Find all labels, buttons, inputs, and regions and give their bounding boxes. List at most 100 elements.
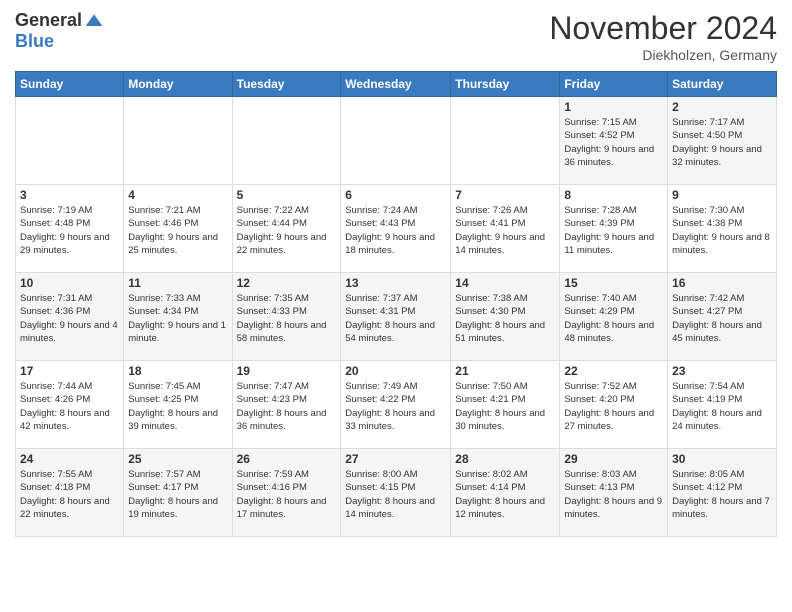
day-info: Sunrise: 7:50 AMSunset: 4:21 PMDaylight:… xyxy=(455,381,545,432)
day-cell-1-0: 3 Sunrise: 7:19 AMSunset: 4:48 PMDayligh… xyxy=(16,185,124,273)
day-number: 30 xyxy=(672,452,772,466)
week-row-4: 24 Sunrise: 7:55 AMSunset: 4:18 PMDaylig… xyxy=(16,449,777,537)
day-cell-2-1: 11 Sunrise: 7:33 AMSunset: 4:34 PMDaylig… xyxy=(124,273,232,361)
logo-icon xyxy=(84,11,104,31)
day-info: Sunrise: 7:15 AMSunset: 4:52 PMDaylight:… xyxy=(564,117,654,168)
day-cell-4-0: 24 Sunrise: 7:55 AMSunset: 4:18 PMDaylig… xyxy=(16,449,124,537)
day-info: Sunrise: 7:30 AMSunset: 4:38 PMDaylight:… xyxy=(672,205,770,256)
day-cell-0-1 xyxy=(124,97,232,185)
day-cell-2-0: 10 Sunrise: 7:31 AMSunset: 4:36 PMDaylig… xyxy=(16,273,124,361)
day-number: 28 xyxy=(455,452,555,466)
day-info: Sunrise: 8:00 AMSunset: 4:15 PMDaylight:… xyxy=(345,469,435,520)
day-info: Sunrise: 7:28 AMSunset: 4:39 PMDaylight:… xyxy=(564,205,654,256)
day-info: Sunrise: 7:45 AMSunset: 4:25 PMDaylight:… xyxy=(128,381,218,432)
logo-general-text: General xyxy=(15,10,82,31)
day-info: Sunrise: 7:40 AMSunset: 4:29 PMDaylight:… xyxy=(564,293,654,344)
day-info: Sunrise: 7:26 AMSunset: 4:41 PMDaylight:… xyxy=(455,205,545,256)
header-monday: Monday xyxy=(124,72,232,97)
logo: General Blue xyxy=(15,10,104,52)
calendar-header-row: Sunday Monday Tuesday Wednesday Thursday… xyxy=(16,72,777,97)
title-section: November 2024 Diekholzen, Germany xyxy=(549,10,777,63)
day-number: 24 xyxy=(20,452,119,466)
day-info: Sunrise: 7:19 AMSunset: 4:48 PMDaylight:… xyxy=(20,205,110,256)
day-info: Sunrise: 7:33 AMSunset: 4:34 PMDaylight:… xyxy=(128,293,226,344)
day-info: Sunrise: 7:42 AMSunset: 4:27 PMDaylight:… xyxy=(672,293,762,344)
week-row-1: 3 Sunrise: 7:19 AMSunset: 4:48 PMDayligh… xyxy=(16,185,777,273)
day-info: Sunrise: 8:03 AMSunset: 4:13 PMDaylight:… xyxy=(564,469,662,520)
day-number: 8 xyxy=(564,188,663,202)
day-number: 23 xyxy=(672,364,772,378)
day-info: Sunrise: 7:24 AMSunset: 4:43 PMDaylight:… xyxy=(345,205,435,256)
day-cell-3-1: 18 Sunrise: 7:45 AMSunset: 4:25 PMDaylig… xyxy=(124,361,232,449)
day-number: 20 xyxy=(345,364,446,378)
day-info: Sunrise: 7:55 AMSunset: 4:18 PMDaylight:… xyxy=(20,469,110,520)
header-friday: Friday xyxy=(560,72,668,97)
day-number: 12 xyxy=(237,276,337,290)
day-info: Sunrise: 8:05 AMSunset: 4:12 PMDaylight:… xyxy=(672,469,770,520)
day-info: Sunrise: 7:38 AMSunset: 4:30 PMDaylight:… xyxy=(455,293,545,344)
day-cell-0-5: 1 Sunrise: 7:15 AMSunset: 4:52 PMDayligh… xyxy=(560,97,668,185)
day-cell-2-4: 14 Sunrise: 7:38 AMSunset: 4:30 PMDaylig… xyxy=(451,273,560,361)
day-number: 22 xyxy=(564,364,663,378)
header: General Blue November 2024 Diekholzen, G… xyxy=(15,10,777,63)
day-cell-1-5: 8 Sunrise: 7:28 AMSunset: 4:39 PMDayligh… xyxy=(560,185,668,273)
day-info: Sunrise: 7:35 AMSunset: 4:33 PMDaylight:… xyxy=(237,293,327,344)
location: Diekholzen, Germany xyxy=(549,47,777,63)
day-info: Sunrise: 7:31 AMSunset: 4:36 PMDaylight:… xyxy=(20,293,118,344)
day-cell-2-6: 16 Sunrise: 7:42 AMSunset: 4:27 PMDaylig… xyxy=(668,273,777,361)
day-info: Sunrise: 7:59 AMSunset: 4:16 PMDaylight:… xyxy=(237,469,327,520)
day-cell-1-2: 5 Sunrise: 7:22 AMSunset: 4:44 PMDayligh… xyxy=(232,185,341,273)
day-cell-2-2: 12 Sunrise: 7:35 AMSunset: 4:33 PMDaylig… xyxy=(232,273,341,361)
calendar: Sunday Monday Tuesday Wednesday Thursday… xyxy=(15,71,777,537)
month-title: November 2024 xyxy=(549,10,777,47)
week-row-2: 10 Sunrise: 7:31 AMSunset: 4:36 PMDaylig… xyxy=(16,273,777,361)
day-cell-2-3: 13 Sunrise: 7:37 AMSunset: 4:31 PMDaylig… xyxy=(341,273,451,361)
day-info: Sunrise: 7:17 AMSunset: 4:50 PMDaylight:… xyxy=(672,117,762,168)
week-row-0: 1 Sunrise: 7:15 AMSunset: 4:52 PMDayligh… xyxy=(16,97,777,185)
day-number: 14 xyxy=(455,276,555,290)
day-cell-4-2: 26 Sunrise: 7:59 AMSunset: 4:16 PMDaylig… xyxy=(232,449,341,537)
day-number: 15 xyxy=(564,276,663,290)
day-number: 25 xyxy=(128,452,227,466)
day-cell-0-2 xyxy=(232,97,341,185)
day-number: 18 xyxy=(128,364,227,378)
day-cell-3-6: 23 Sunrise: 7:54 AMSunset: 4:19 PMDaylig… xyxy=(668,361,777,449)
day-info: Sunrise: 7:44 AMSunset: 4:26 PMDaylight:… xyxy=(20,381,110,432)
day-cell-4-5: 29 Sunrise: 8:03 AMSunset: 4:13 PMDaylig… xyxy=(560,449,668,537)
day-number: 13 xyxy=(345,276,446,290)
day-cell-3-3: 20 Sunrise: 7:49 AMSunset: 4:22 PMDaylig… xyxy=(341,361,451,449)
day-info: Sunrise: 7:54 AMSunset: 4:19 PMDaylight:… xyxy=(672,381,762,432)
day-cell-3-2: 19 Sunrise: 7:47 AMSunset: 4:23 PMDaylig… xyxy=(232,361,341,449)
day-cell-3-4: 21 Sunrise: 7:50 AMSunset: 4:21 PMDaylig… xyxy=(451,361,560,449)
header-thursday: Thursday xyxy=(451,72,560,97)
day-cell-4-3: 27 Sunrise: 8:00 AMSunset: 4:15 PMDaylig… xyxy=(341,449,451,537)
day-number: 2 xyxy=(672,100,772,114)
day-info: Sunrise: 7:57 AMSunset: 4:17 PMDaylight:… xyxy=(128,469,218,520)
day-number: 17 xyxy=(20,364,119,378)
day-number: 9 xyxy=(672,188,772,202)
week-row-3: 17 Sunrise: 7:44 AMSunset: 4:26 PMDaylig… xyxy=(16,361,777,449)
day-cell-1-1: 4 Sunrise: 7:21 AMSunset: 4:46 PMDayligh… xyxy=(124,185,232,273)
logo-blue-text: Blue xyxy=(15,31,54,52)
day-info: Sunrise: 7:47 AMSunset: 4:23 PMDaylight:… xyxy=(237,381,327,432)
day-cell-2-5: 15 Sunrise: 7:40 AMSunset: 4:29 PMDaylig… xyxy=(560,273,668,361)
day-info: Sunrise: 7:22 AMSunset: 4:44 PMDaylight:… xyxy=(237,205,327,256)
day-cell-0-4 xyxy=(451,97,560,185)
header-sunday: Sunday xyxy=(16,72,124,97)
header-wednesday: Wednesday xyxy=(341,72,451,97)
day-number: 27 xyxy=(345,452,446,466)
day-cell-0-0 xyxy=(16,97,124,185)
day-number: 26 xyxy=(237,452,337,466)
day-info: Sunrise: 7:21 AMSunset: 4:46 PMDaylight:… xyxy=(128,205,218,256)
day-info: Sunrise: 7:52 AMSunset: 4:20 PMDaylight:… xyxy=(564,381,654,432)
day-cell-3-5: 22 Sunrise: 7:52 AMSunset: 4:20 PMDaylig… xyxy=(560,361,668,449)
day-number: 4 xyxy=(128,188,227,202)
day-info: Sunrise: 7:37 AMSunset: 4:31 PMDaylight:… xyxy=(345,293,435,344)
day-cell-4-4: 28 Sunrise: 8:02 AMSunset: 4:14 PMDaylig… xyxy=(451,449,560,537)
day-number: 29 xyxy=(564,452,663,466)
day-number: 3 xyxy=(20,188,119,202)
day-number: 16 xyxy=(672,276,772,290)
day-cell-0-3 xyxy=(341,97,451,185)
header-saturday: Saturday xyxy=(668,72,777,97)
day-number: 6 xyxy=(345,188,446,202)
